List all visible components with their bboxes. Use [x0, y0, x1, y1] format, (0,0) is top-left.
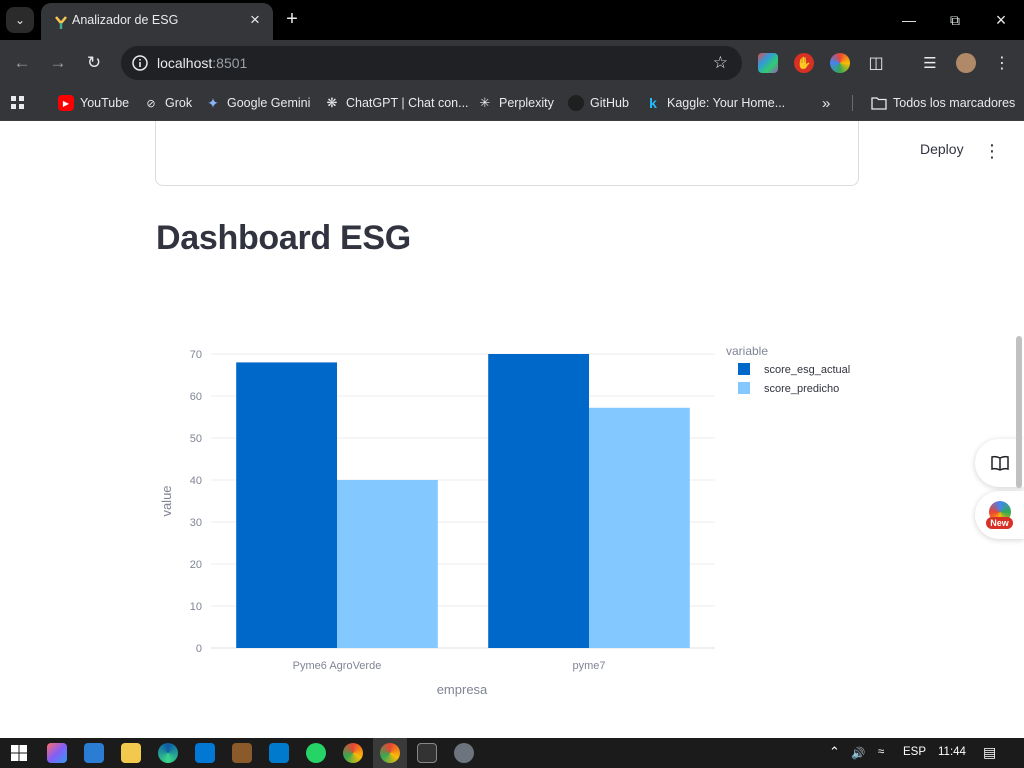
wifi-icon[interactable]: ≈ — [878, 746, 884, 758]
x-tick-label: Pyme6 AgroVerde — [293, 660, 382, 672]
x-tick-label: pyme7 — [572, 660, 605, 672]
page-scrollbar[interactable] — [1016, 336, 1022, 488]
tab-active[interactable]: Analizador de ESG × — [41, 3, 273, 40]
chrome-active-taskbar-icon[interactable] — [380, 743, 400, 763]
back-button[interactable]: ← — [10, 51, 34, 75]
legend-swatch — [738, 363, 750, 375]
folder-icon — [871, 95, 887, 111]
y-tick-label: 0 — [196, 643, 202, 655]
vscode-icon[interactable] — [269, 743, 289, 763]
bar[interactable] — [488, 354, 589, 648]
book-icon — [990, 455, 1009, 471]
bookmark-youtube[interactable]: ▶ YouTube — [58, 93, 129, 113]
legend-label: score_predicho — [764, 383, 839, 395]
reload-button[interactable]: ↻ — [82, 51, 106, 75]
bookmark-gemini[interactable]: ✦ Google Gemini — [205, 93, 310, 113]
new-feature-button[interactable]: New — [975, 491, 1024, 539]
store-icon[interactable] — [84, 743, 104, 763]
page-title: Dashboard ESG — [156, 219, 411, 257]
browser-toolbar: ← → ↻ localhost:8501 ☆ ✋ ◫ ☰ ⋮ — [0, 40, 1024, 86]
outlook-icon[interactable] — [195, 743, 215, 763]
streamlit-favicon-icon — [55, 16, 67, 29]
main-menu-icon[interactable]: ⋮ — [983, 140, 1001, 162]
legend-swatch — [738, 382, 750, 394]
tab-title: Analizador de ESG — [72, 13, 179, 27]
all-bookmarks-folder[interactable]: Todos los marcadores — [871, 93, 1015, 113]
forward-button[interactable]: → — [46, 51, 70, 75]
chevron-down-icon: ⌄ — [14, 13, 26, 27]
chatgpt-icon: ❋ — [326, 95, 338, 110]
windows-start-icon[interactable] — [9, 743, 29, 763]
perplexity-icon: ✳ — [479, 95, 491, 110]
chrome-taskbar-icon[interactable] — [343, 743, 363, 763]
y-tick-label: 30 — [190, 517, 202, 529]
extension-hand-icon[interactable]: ✋ — [794, 53, 814, 73]
bar[interactable] — [589, 407, 690, 648]
bar-chart[interactable]: 0 10 20 30 40 50 60 70 Pyme6 AgroVerde pyme7 empre… — [155, 335, 855, 705]
bar[interactable] — [236, 362, 337, 648]
edge-icon[interactable] — [158, 743, 178, 763]
y-tick-label: 60 — [190, 391, 202, 403]
gemini-icon: ✦ — [207, 94, 219, 111]
file-explorer-icon[interactable] — [121, 743, 141, 763]
media-queue-icon[interactable]: ☰ — [920, 53, 940, 73]
copilot-icon[interactable] — [47, 743, 67, 763]
extensions-puzzle-icon[interactable]: ◫ — [866, 53, 886, 73]
previous-container — [155, 121, 859, 186]
windows-taskbar: ⌃ 🔊 ≈ ESP 11:44 ▤ — [0, 738, 1024, 768]
restore-button[interactable]: ⧉ — [932, 6, 978, 34]
extension-colorful-icon[interactable] — [758, 53, 778, 73]
apps-grid-icon[interactable] — [10, 93, 26, 113]
minimize-button[interactable]: — — [886, 6, 932, 34]
profile-avatar[interactable] — [956, 53, 976, 73]
address-bar[interactable]: localhost:8501 ☆ — [121, 46, 742, 80]
bookmarks-bar: ▶ YouTube ⊘ Grok ✦ Google Gemini ❋ ChatG… — [0, 86, 1024, 121]
x-axis-title: empresa — [437, 682, 488, 697]
y-tick-label: 10 — [190, 601, 202, 613]
github-icon — [568, 95, 584, 111]
paint-icon[interactable] — [454, 743, 474, 763]
bar[interactable] — [337, 480, 438, 648]
new-tab-button[interactable]: + — [281, 8, 303, 30]
bookmark-perplexity[interactable]: ✳ Perplexity — [477, 93, 554, 113]
whatsapp-icon[interactable] — [306, 743, 326, 763]
game-app-icon[interactable] — [232, 743, 252, 763]
kaggle-icon: k — [649, 95, 657, 111]
close-tab-icon[interactable]: × — [245, 10, 265, 30]
tab-search-button[interactable]: ⌄ — [6, 7, 34, 33]
bookmark-chatgpt[interactable]: ❋ ChatGPT | Chat con... — [324, 93, 469, 113]
clock[interactable]: 11:44 — [938, 746, 966, 758]
y-tick-label: 50 — [190, 433, 202, 445]
youtube-icon: ▶ — [58, 95, 74, 111]
more-bookmarks-chevron-icon[interactable]: » — [822, 93, 830, 113]
volume-icon[interactable]: 🔊 — [851, 746, 865, 760]
extension-chrome-icon[interactable] — [830, 53, 850, 73]
notifications-icon[interactable]: ▤ — [983, 744, 996, 761]
browser-menu-icon[interactable]: ⋮ — [992, 53, 1012, 73]
y-axis-title: value — [159, 485, 174, 516]
terminal-icon[interactable] — [417, 743, 437, 763]
new-badge: New — [986, 517, 1013, 529]
url-text: localhost:8501 — [157, 55, 248, 71]
bookmarks-divider — [852, 95, 853, 111]
legend-title: variable — [726, 344, 768, 358]
y-tick-label: 40 — [190, 475, 202, 487]
bookmark-kaggle[interactable]: k Kaggle: Your Home... — [645, 93, 785, 113]
y-tick-label: 20 — [190, 559, 202, 571]
bookmark-grok[interactable]: ⊘ Grok — [143, 93, 192, 113]
page-content: Deploy ⋮ Dashboard ESG 0 10 20 30 40 50 60 70 Py… — [0, 121, 1024, 738]
legend-label: score_esg_actual — [764, 364, 850, 376]
close-window-button[interactable]: × — [978, 6, 1024, 34]
deploy-button[interactable]: Deploy — [920, 141, 964, 157]
bookmark-star-icon[interactable]: ☆ — [713, 53, 728, 73]
show-hidden-icons-chevron-icon[interactable]: ⌃ — [829, 744, 840, 760]
language-indicator[interactable]: ESP — [903, 746, 926, 758]
browser-tab-bar: ⌄ Analizador de ESG × + — ⧉ × — [0, 0, 1024, 40]
site-info-icon[interactable] — [131, 54, 149, 72]
bookmark-github[interactable]: GitHub — [568, 93, 629, 113]
y-tick-label: 70 — [190, 349, 202, 361]
grok-icon: ⊘ — [146, 97, 156, 110]
